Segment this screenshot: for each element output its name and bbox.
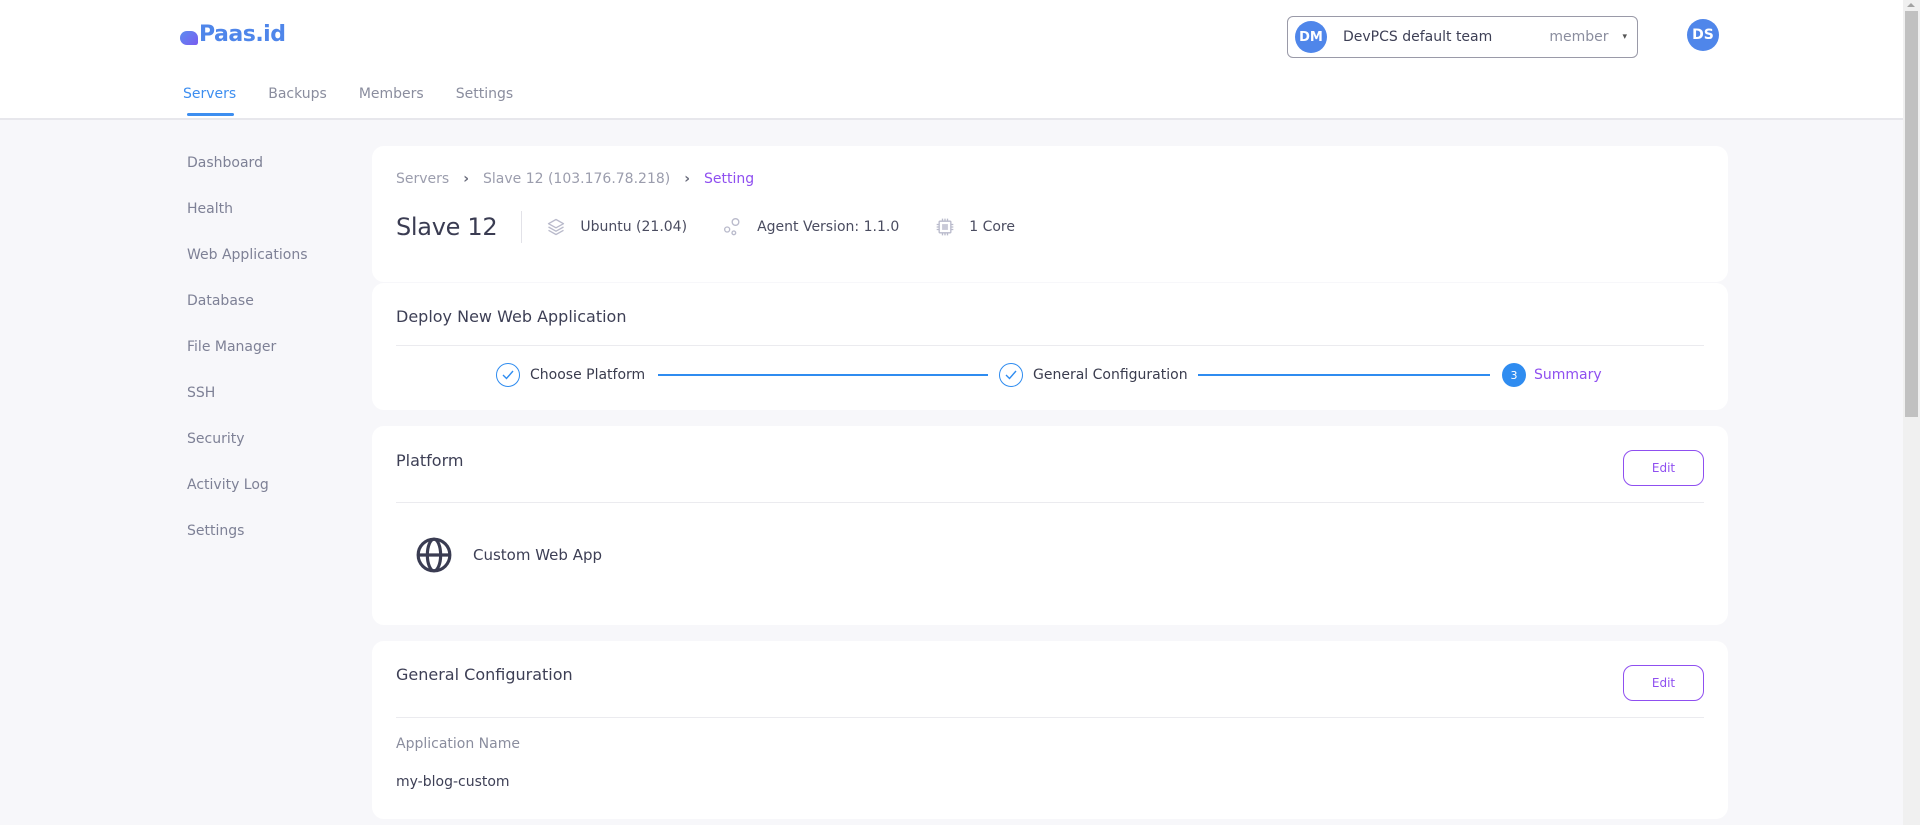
sidebar-item-security[interactable]: Security bbox=[187, 431, 308, 477]
server-info-card: Servers › Slave 12 (103.176.78.218) › Se… bbox=[372, 146, 1728, 282]
team-name: DevPCS default team bbox=[1343, 29, 1493, 45]
stepper: Choose Platform General Configuration 3 … bbox=[372, 363, 1728, 387]
check-icon bbox=[999, 363, 1023, 387]
breadcrumb-server[interactable]: Slave 12 (103.176.78.218) bbox=[483, 171, 670, 187]
os-label: Ubuntu (21.04) bbox=[580, 219, 688, 235]
scrollbar-thumb[interactable] bbox=[1905, 11, 1918, 417]
tab-settings[interactable]: Settings bbox=[456, 86, 513, 116]
cpu-chip-icon bbox=[936, 218, 954, 236]
step-number-badge: 3 bbox=[1502, 363, 1526, 387]
deploy-title: Deploy New Web Application bbox=[396, 307, 627, 326]
divider bbox=[396, 502, 1704, 503]
sidebar-item-dashboard[interactable]: Dashboard bbox=[187, 155, 308, 201]
brand-name: Paas.id bbox=[199, 22, 286, 47]
platform-title: Platform bbox=[396, 451, 464, 470]
agent-label: Agent Version: 1.1.0 bbox=[757, 219, 900, 235]
edit-general-config-button[interactable]: Edit bbox=[1623, 665, 1704, 701]
platform-summary-card: Platform Edit Custom Web App bbox=[372, 426, 1728, 625]
cloud-logo-icon bbox=[180, 29, 198, 45]
breadcrumb-servers[interactable]: Servers bbox=[396, 171, 449, 187]
sidebar-item-activity-log[interactable]: Activity Log bbox=[187, 477, 308, 523]
cpu-info: 1 Core bbox=[935, 217, 1015, 237]
brand-logo[interactable]: Paas.id bbox=[180, 22, 286, 47]
sidebar-item-database[interactable]: Database bbox=[187, 293, 308, 339]
application-name-label: Application Name bbox=[396, 736, 520, 752]
chevron-right-icon: › bbox=[463, 171, 469, 187]
sidebar-item-health[interactable]: Health bbox=[187, 201, 308, 247]
server-summary: Slave 12 Ubuntu (21.04) Agent Version: 1… bbox=[396, 210, 1051, 244]
divider bbox=[521, 211, 523, 243]
deploy-stepper-card: Deploy New Web Application Choose Platfo… bbox=[372, 283, 1728, 410]
tab-backups[interactable]: Backups bbox=[268, 86, 327, 116]
tab-members[interactable]: Members bbox=[359, 86, 424, 116]
page-scrollbar[interactable] bbox=[1903, 0, 1920, 825]
agent-nodes-icon bbox=[724, 218, 740, 236]
agent-info: Agent Version: 1.1.0 bbox=[723, 217, 899, 237]
divider bbox=[396, 345, 1704, 346]
globe-icon bbox=[416, 537, 452, 573]
step-choose-platform[interactable]: Choose Platform bbox=[496, 363, 645, 387]
cpu-label: 1 Core bbox=[969, 219, 1015, 235]
selected-platform: Custom Web App bbox=[415, 536, 602, 574]
sidebar-item-web-applications[interactable]: Web Applications bbox=[187, 247, 308, 293]
step-connector bbox=[658, 374, 988, 376]
step-label: General Configuration bbox=[1033, 367, 1188, 383]
sidebar-item-file-manager[interactable]: File Manager bbox=[187, 339, 308, 385]
tab-servers[interactable]: Servers bbox=[183, 86, 236, 116]
top-nav: Servers Backups Members Settings bbox=[183, 86, 513, 116]
top-header: Paas.id Servers Backups Members Settings… bbox=[0, 0, 1903, 120]
team-role: member bbox=[1549, 29, 1609, 45]
os-info: Ubuntu (21.04) bbox=[546, 217, 687, 237]
team-selector[interactable]: DM DevPCS default team member ▾ bbox=[1287, 16, 1638, 58]
layers-icon bbox=[548, 218, 565, 236]
chevron-right-icon: › bbox=[684, 171, 691, 187]
sidebar-item-ssh[interactable]: SSH bbox=[187, 385, 308, 431]
edit-platform-button[interactable]: Edit bbox=[1623, 450, 1704, 486]
breadcrumb: Servers › Slave 12 (103.176.78.218) › Se… bbox=[396, 171, 754, 187]
general-config-card: General Configuration Edit Application N… bbox=[372, 641, 1728, 819]
application-name-value: my-blog-custom bbox=[396, 774, 510, 790]
step-connector bbox=[1198, 374, 1490, 376]
check-icon bbox=[496, 363, 520, 387]
chevron-down-icon: ▾ bbox=[1622, 32, 1627, 42]
step-label: Choose Platform bbox=[530, 367, 646, 383]
server-sidebar: Dashboard Health Web Applications Databa… bbox=[187, 155, 308, 569]
general-config-title: General Configuration bbox=[396, 665, 573, 684]
breadcrumb-current: Setting bbox=[704, 171, 755, 187]
sidebar-item-settings[interactable]: Settings bbox=[187, 523, 308, 569]
step-label: Summary bbox=[1534, 367, 1602, 383]
platform-name: Custom Web App bbox=[473, 546, 603, 564]
page-title: Slave 12 bbox=[396, 213, 498, 241]
user-avatar[interactable]: DS bbox=[1687, 19, 1719, 51]
scroll-up-arrow-icon[interactable] bbox=[1907, 3, 1915, 7]
step-summary[interactable]: 3 Summary bbox=[1502, 363, 1602, 387]
step-general-configuration[interactable]: General Configuration bbox=[999, 363, 1188, 387]
team-avatar: DM bbox=[1295, 21, 1327, 53]
divider bbox=[396, 717, 1704, 718]
